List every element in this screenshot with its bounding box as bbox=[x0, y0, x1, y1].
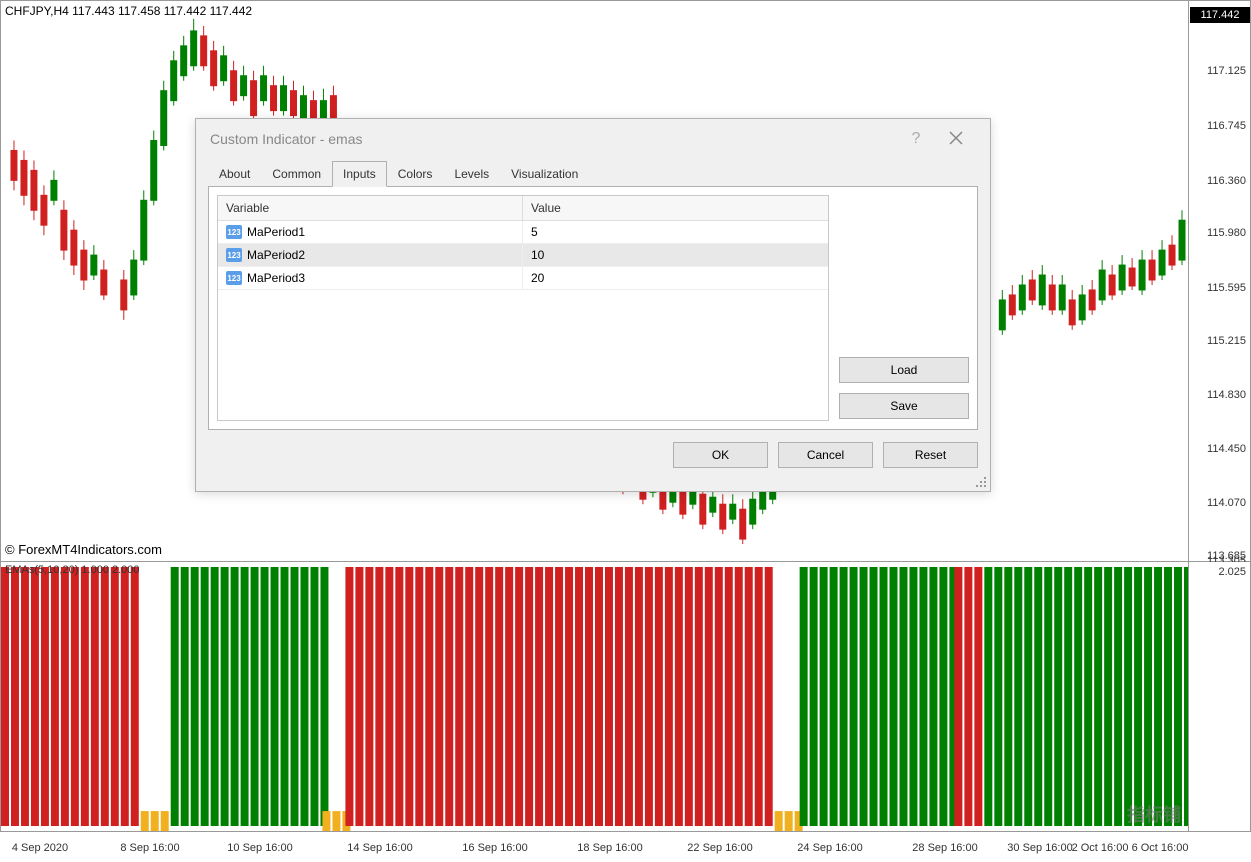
dialog-title: Custom Indicator - emas bbox=[210, 131, 896, 147]
price-tick: 114.830 bbox=[1207, 389, 1246, 401]
cell-variable: 123MaPeriod3 bbox=[218, 267, 523, 289]
cell-value[interactable]: 5 bbox=[523, 221, 828, 243]
numeric-icon: 123 bbox=[226, 271, 242, 285]
grid-row[interactable]: 123MaPeriod15 bbox=[218, 221, 828, 244]
time-tick: 24 Sep 16:00 bbox=[797, 842, 862, 854]
close-icon[interactable] bbox=[936, 129, 976, 150]
price-tick: 116.745 bbox=[1207, 120, 1246, 132]
time-tick: 14 Sep 16:00 bbox=[347, 842, 412, 854]
price-axis: 117.442 117.125 116.745 116.360 115.980 115.… bbox=[1189, 0, 1251, 562]
chart-watermark: © ForexMT4Indicators.com bbox=[5, 542, 162, 557]
indicator-panel[interactable]: EMAs(5,10,20) 1.000 2.000 bbox=[0, 562, 1189, 832]
tab-levels[interactable]: Levels bbox=[443, 161, 500, 186]
grid-row[interactable]: 123MaPeriod210 bbox=[218, 244, 828, 267]
inputs-grid[interactable]: Variable Value 123MaPeriod15123MaPeriod2… bbox=[217, 195, 829, 421]
tab-inputs[interactable]: Inputs bbox=[332, 161, 387, 187]
price-tick: 114.070 bbox=[1207, 497, 1246, 509]
tab-visualization[interactable]: Visualization bbox=[500, 161, 589, 186]
indicator-label: EMAs(5,10,20) 1.000 2.000 bbox=[5, 564, 140, 576]
time-tick: 18 Sep 16:00 bbox=[577, 842, 642, 854]
numeric-icon: 123 bbox=[226, 248, 242, 262]
grid-header: Variable Value bbox=[218, 196, 828, 221]
cell-value[interactable]: 10 bbox=[523, 244, 828, 266]
cell-value[interactable]: 20 bbox=[523, 267, 828, 289]
dialog-titlebar[interactable]: Custom Indicator - emas ? bbox=[196, 119, 990, 159]
time-tick: 8 Sep 16:00 bbox=[120, 842, 179, 854]
dialog-tabs: AboutCommonInputsColorsLevelsVisualizati… bbox=[196, 161, 990, 186]
indicator-bars bbox=[1, 562, 1188, 831]
save-button[interactable]: Save bbox=[839, 393, 969, 419]
time-tick: 2 Oct 16:00 bbox=[1072, 842, 1129, 854]
time-tick: 4 Sep 2020 bbox=[12, 842, 68, 854]
tab-about[interactable]: About bbox=[208, 161, 261, 186]
price-tick: 115.595 bbox=[1207, 282, 1246, 294]
time-tick: 28 Sep 16:00 bbox=[912, 842, 977, 854]
ok-button[interactable]: OK bbox=[673, 442, 768, 468]
cancel-button[interactable]: Cancel bbox=[778, 442, 873, 468]
price-tick: 116.360 bbox=[1207, 175, 1246, 187]
time-tick: 22 Sep 16:00 bbox=[687, 842, 752, 854]
help-icon[interactable]: ? bbox=[896, 130, 936, 148]
price-tick: 115.980 bbox=[1207, 227, 1246, 239]
cell-variable: 123MaPeriod2 bbox=[218, 244, 523, 266]
header-variable: Variable bbox=[218, 196, 523, 220]
time-tick: 6 Oct 16:00 bbox=[1132, 842, 1189, 854]
price-tick: 117.125 bbox=[1207, 65, 1246, 77]
resize-grip-icon[interactable] bbox=[976, 477, 988, 489]
header-value: Value bbox=[523, 196, 828, 220]
indicator-settings-dialog: Custom Indicator - emas ? AboutCommonInp… bbox=[195, 118, 991, 492]
price-tick: 115.215 bbox=[1207, 335, 1246, 347]
time-axis: 4 Sep 2020 8 Sep 16:00 10 Sep 16:00 14 Sep … bbox=[0, 832, 1189, 862]
tab-colors[interactable]: Colors bbox=[387, 161, 444, 186]
load-button[interactable]: Load bbox=[839, 357, 969, 383]
price-current-badge: 117.442 bbox=[1190, 7, 1250, 23]
price-tick: 114.450 bbox=[1207, 443, 1246, 455]
time-tick: 10 Sep 16:00 bbox=[227, 842, 292, 854]
tab-common[interactable]: Common bbox=[261, 161, 332, 186]
inputs-tab-body: Variable Value 123MaPeriod15123MaPeriod2… bbox=[208, 186, 978, 430]
reset-button[interactable]: Reset bbox=[883, 442, 978, 468]
indicator-tick: 2.025 bbox=[1218, 566, 1246, 578]
grid-row[interactable]: 123MaPeriod320 bbox=[218, 267, 828, 290]
corner-watermark: 指标铺 bbox=[1127, 801, 1181, 827]
numeric-icon: 123 bbox=[226, 225, 242, 239]
time-tick: 16 Sep 16:00 bbox=[462, 842, 527, 854]
indicator-axis: 2.025 bbox=[1189, 562, 1251, 832]
side-buttons: Load Save bbox=[839, 195, 969, 421]
time-tick: 30 Sep 16:00 bbox=[1007, 842, 1072, 854]
cell-variable: 123MaPeriod1 bbox=[218, 221, 523, 243]
dialog-footer: OK Cancel Reset bbox=[196, 430, 990, 480]
